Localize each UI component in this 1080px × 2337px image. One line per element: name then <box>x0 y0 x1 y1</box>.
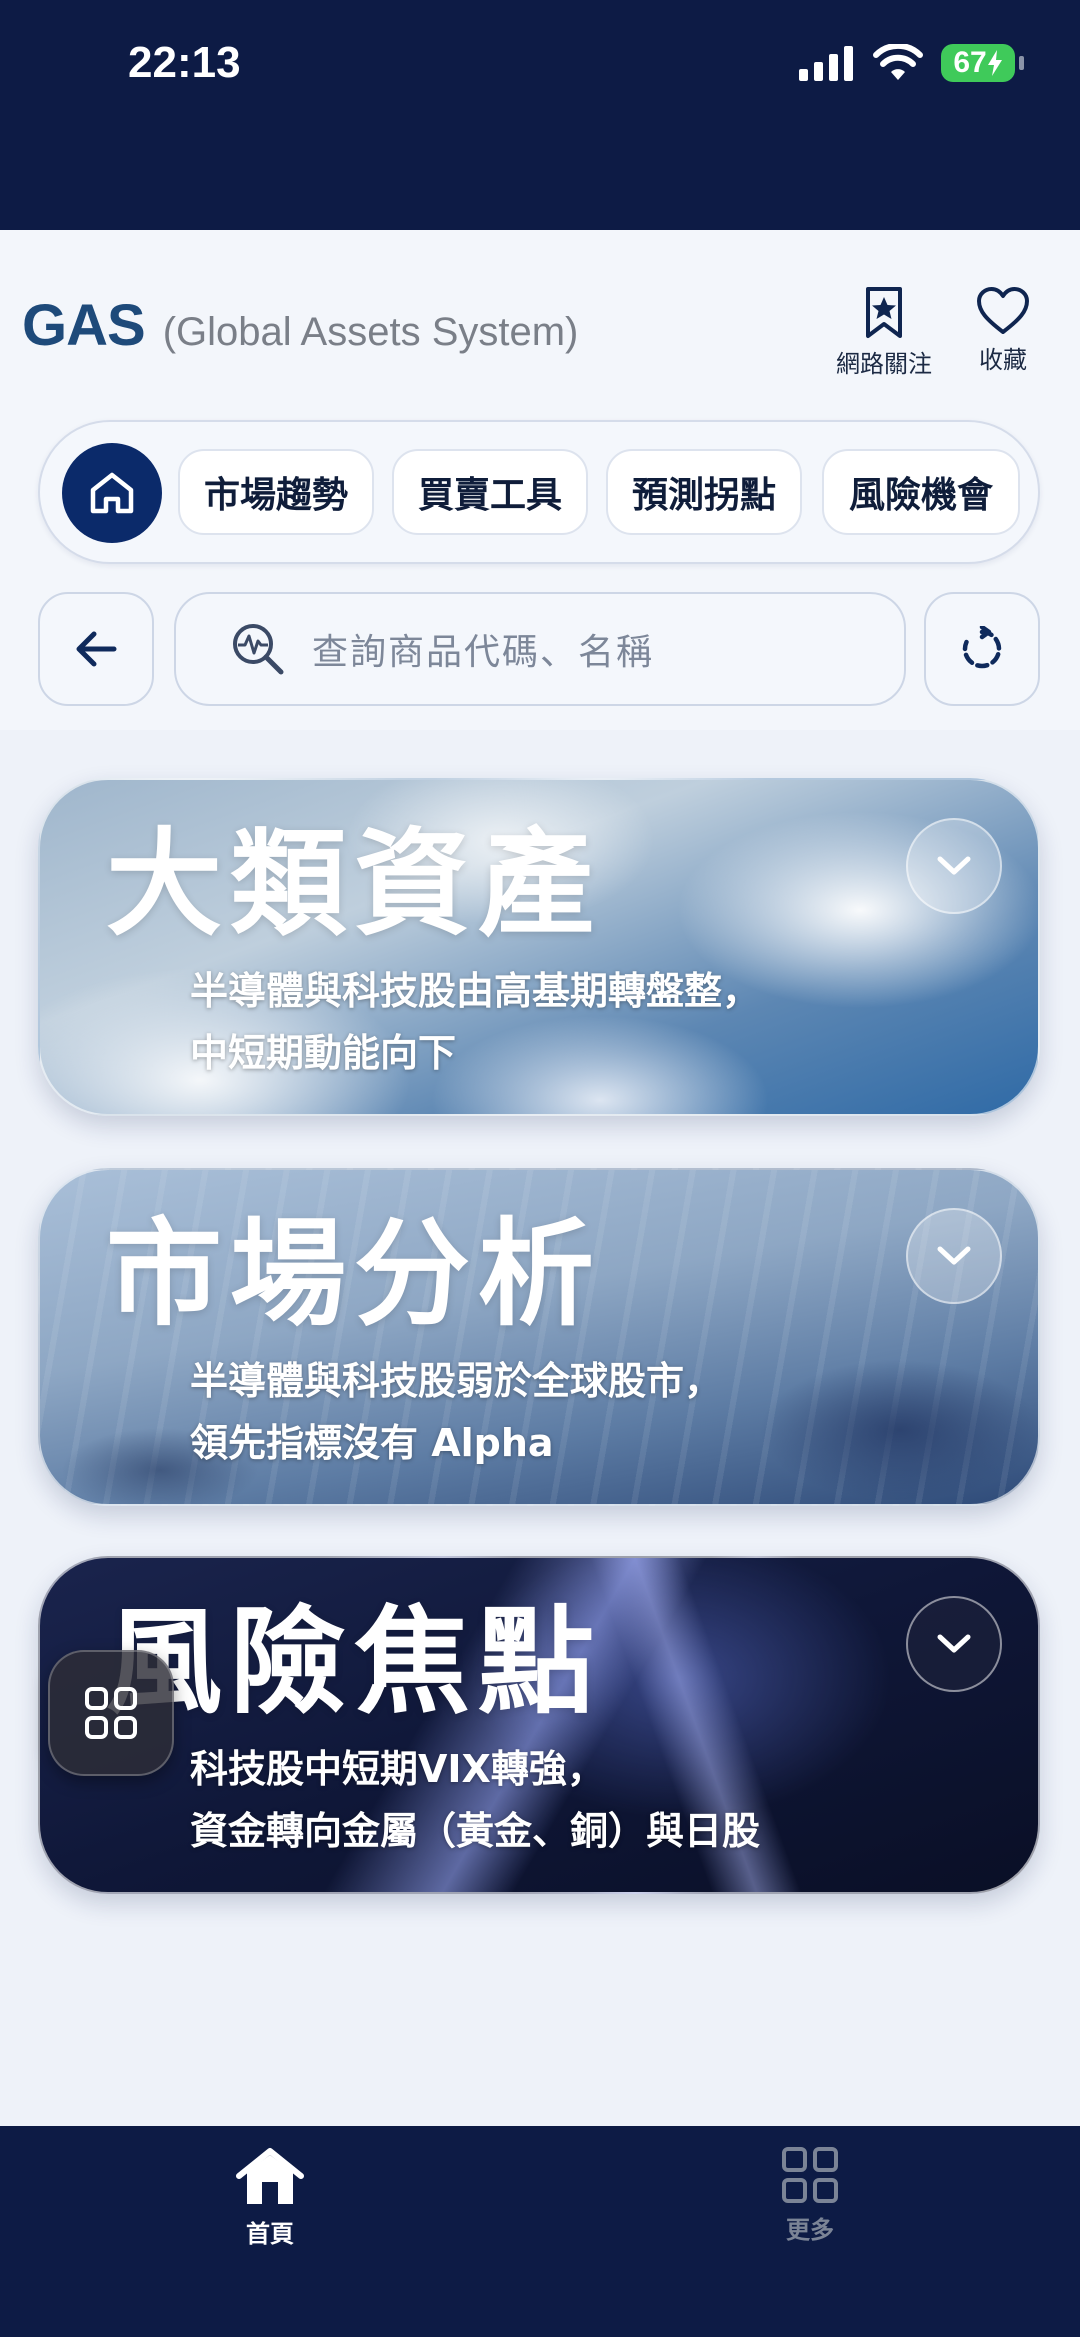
tab-home[interactable]: 首頁 <box>190 2146 350 2249</box>
card-title: 市場分析 <box>106 1207 602 1342</box>
brand: GAS (Global Assets System) <box>22 292 578 359</box>
search-pulse-icon <box>233 624 284 675</box>
card-desc-line: 半導體與科技股弱於全球股市， <box>190 1359 723 1403</box>
card-description: 半導體與科技股弱於全球股市， 領先指標沒有 Alpha <box>190 1350 722 1474</box>
card-market-analysis[interactable]: 市場分析 半導體與科技股弱於全球股市， 領先指標沒有 Alpha <box>38 1168 1040 1506</box>
card-description: 半導體與科技股由高基期轉盤整， 中短期動能向下 <box>190 960 760 1084</box>
card-description: 科技股中短期VIX轉強， 資金轉向金屬（黃金、銅）與日股 <box>190 1738 760 1862</box>
web-watch-label: 網路關注 <box>836 350 932 378</box>
battery-indicator: 67 <box>941 44 1015 82</box>
grid-icon <box>782 2147 838 2203</box>
bottom-tab-bar: 首頁 更多 <box>0 2126 1080 2337</box>
favorites-button[interactable]: 收藏 <box>976 286 1030 375</box>
status-icons: 67 <box>799 40 1024 86</box>
battery-level: 67 <box>953 46 987 79</box>
refresh-button[interactable] <box>924 592 1040 706</box>
card-desc-line: 中短期動能向下 <box>190 1031 457 1075</box>
tab-risk-opportunity[interactable]: 風險機會 <box>822 449 1020 535</box>
refresh-icon <box>962 626 1002 669</box>
chevron-down-icon <box>937 1246 971 1265</box>
signal-icon <box>799 46 853 81</box>
floating-menu-button[interactable] <box>48 1650 174 1776</box>
wifi-icon <box>873 44 923 80</box>
arrow-left-icon <box>76 631 117 667</box>
bookmark-star-icon <box>866 287 902 338</box>
grid-icon <box>85 1687 137 1739</box>
category-nav: 市場趨勢 買賣工具 預測拐點 風險機會 <box>38 420 1040 564</box>
back-button[interactable] <box>38 592 154 706</box>
card-title: 大類資產 <box>106 817 602 952</box>
chevron-down-icon <box>937 856 971 875</box>
card-desc-line: 半導體與科技股由高基期轉盤整， <box>190 969 761 1013</box>
card-title: 風險焦點 <box>106 1595 602 1730</box>
expand-button[interactable] <box>906 1596 1002 1692</box>
web-watch-button[interactable]: 網路關注 <box>836 286 932 379</box>
battery-cap <box>1019 56 1024 70</box>
tab-market-trend[interactable]: 市場趨勢 <box>178 449 374 535</box>
tab-more-label: 更多 <box>786 2216 834 2244</box>
chevron-down-icon <box>937 1634 971 1653</box>
home-button[interactable] <box>62 443 162 543</box>
card-risk-focus[interactable]: 風險焦點 科技股中短期VIX轉強， 資金轉向金屬（黃金、銅）與日股 <box>38 1556 1040 1894</box>
status-bar: 22:13 67 <box>0 0 1080 230</box>
card-desc-line: 領先指標沒有 Alpha <box>190 1421 554 1465</box>
search-placeholder: 查詢商品代碼、名稱 <box>312 632 655 673</box>
card-desc-line: 資金轉向金屬（黃金、銅）與日股 <box>190 1809 761 1853</box>
expand-button[interactable] <box>906 1208 1002 1304</box>
favorites-label: 收藏 <box>979 346 1027 374</box>
heart-icon <box>977 287 1029 334</box>
tab-home-label: 首頁 <box>246 2220 294 2248</box>
expand-button[interactable] <box>906 818 1002 914</box>
home-icon <box>236 2148 304 2204</box>
tab-more[interactable]: 更多 <box>730 2146 890 2245</box>
search-input[interactable]: 查詢商品代碼、名稱 <box>174 592 906 706</box>
home-icon <box>90 472 134 514</box>
charging-bolt-icon <box>987 50 1002 76</box>
brand-subtitle: (Global Assets System) <box>162 310 579 354</box>
tab-turning-point[interactable]: 預測拐點 <box>606 449 802 535</box>
card-desc-line: 科技股中短期VIX轉強， <box>190 1747 605 1791</box>
card-asset-class[interactable]: 大類資產 半導體與科技股由高基期轉盤整， 中短期動能向下 <box>38 778 1040 1116</box>
tab-trading-tools[interactable]: 買賣工具 <box>392 449 588 535</box>
brand-name: GAS <box>22 293 146 358</box>
status-time: 22:13 <box>128 38 241 87</box>
